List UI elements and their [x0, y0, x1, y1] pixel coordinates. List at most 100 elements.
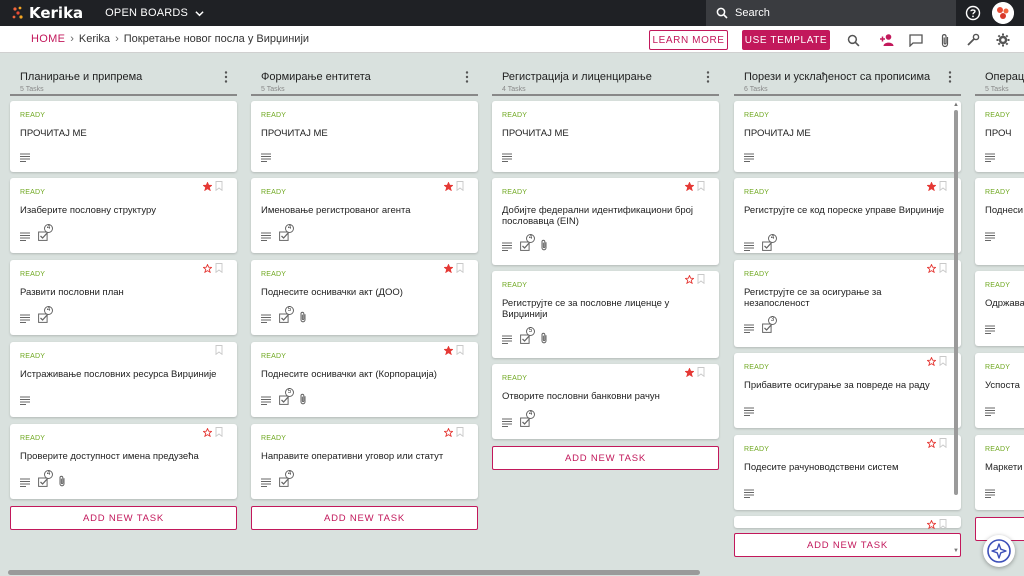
bookmark-icon[interactable]: [456, 181, 464, 191]
help-icon[interactable]: [965, 5, 981, 21]
star-icon[interactable]: [203, 181, 212, 191]
task-card[interactable]: READY Добијте федерални идентификациони б…: [492, 178, 719, 265]
bookmark-icon[interactable]: [215, 263, 223, 273]
star-icon[interactable]: [685, 181, 694, 191]
task-card[interactable]: READY Изаберите пословну структуру 4: [10, 178, 237, 253]
open-boards-menu[interactable]: OPEN BOARDS: [105, 7, 204, 19]
star-icon[interactable]: [444, 345, 453, 355]
bookmark-icon[interactable]: [939, 263, 947, 273]
star-icon[interactable]: [685, 367, 694, 377]
task-card[interactable]: READY ПРОЧИТАЈ МЕ: [251, 101, 478, 172]
scroll-down-arrow[interactable]: ▼: [953, 548, 959, 554]
bookmark-icon[interactable]: [456, 427, 464, 437]
column-header[interactable]: Регистрација и лиценцирање 4 Tasks: [492, 63, 719, 96]
column-header[interactable]: Порези и усклађеност са прописима 6 Tasks: [734, 63, 961, 96]
chat-button[interactable]: [908, 32, 924, 48]
add-new-task-button[interactable]: ADD NEW TASK: [251, 506, 478, 530]
task-card[interactable]: READY Региструјте се за пословне лиценце …: [492, 271, 719, 358]
bookmark-icon[interactable]: [215, 181, 223, 191]
settings-button[interactable]: [995, 32, 1011, 48]
vertical-scrollbar[interactable]: [954, 110, 958, 495]
column-task-count: 5 Tasks: [20, 86, 44, 93]
breadcrumb-account[interactable]: Kerika: [79, 33, 110, 45]
star-icon[interactable]: [203, 427, 212, 437]
bookmark-icon[interactable]: [697, 274, 705, 284]
card-icons: 5: [502, 327, 556, 349]
assistant-button[interactable]: [983, 535, 1015, 567]
column-header[interactable]: Операц 5 Tasks: [975, 63, 1024, 96]
horizontal-scrollbar[interactable]: [8, 570, 700, 575]
task-card[interactable]: READY Прибавите осигурање за повреде на р…: [734, 353, 961, 428]
star-icon[interactable]: [203, 263, 212, 273]
bookmark-icon[interactable]: [697, 367, 705, 377]
app-logo[interactable]: Kerika: [12, 4, 83, 22]
kebab-menu-icon[interactable]: [465, 71, 469, 83]
task-card[interactable]: READY Успоста: [975, 353, 1024, 428]
bookmark-icon[interactable]: [456, 263, 464, 273]
task-card[interactable]: READY ПРОЧИТАЈ МЕ: [10, 101, 237, 172]
task-card[interactable]: READY Поднесите оснивачки акт (ДОО) 5: [251, 260, 478, 335]
task-card[interactable]: [734, 516, 961, 529]
star-icon[interactable]: [927, 263, 936, 273]
star-icon[interactable]: [927, 519, 936, 529]
task-card[interactable]: READY Подесите рачуноводствени систем: [734, 435, 961, 510]
learn-more-button[interactable]: LEARN MORE: [649, 30, 728, 50]
status-label: READY: [502, 282, 528, 289]
task-card[interactable]: READY Развити пословни план 4: [10, 260, 237, 335]
global-search[interactable]: [706, 0, 956, 26]
kebab-menu-icon[interactable]: [706, 71, 710, 83]
bookmark-icon[interactable]: [456, 345, 464, 355]
board-search-button[interactable]: [845, 32, 861, 48]
bookmark-icon[interactable]: [215, 427, 223, 437]
star-icon[interactable]: [444, 181, 453, 191]
star-icon[interactable]: [927, 181, 936, 191]
task-card[interactable]: READY ПРОЧИТАЈ МЕ: [734, 101, 961, 172]
board-column: Формирање ентитета 5 Tasks READY ПРОЧИТАЈ М…: [251, 53, 478, 569]
bookmark-icon[interactable]: [939, 181, 947, 191]
star-icon[interactable]: [685, 274, 694, 284]
task-card[interactable]: READY Региструјте се за осигурање за неза…: [734, 260, 961, 347]
add-new-task-button[interactable]: ADD NEW TASK: [10, 506, 237, 530]
kebab-menu-icon[interactable]: [224, 71, 228, 83]
star-icon[interactable]: [927, 356, 936, 366]
column-header[interactable]: Планирање и припрема 5 Tasks: [10, 63, 237, 96]
star-icon[interactable]: [444, 427, 453, 437]
scroll-up-arrow[interactable]: ▲: [953, 102, 959, 108]
task-title: Проверите доступност имена предузећа: [20, 451, 199, 462]
add-new-task-button[interactable]: ADD NEW TASK: [492, 446, 719, 470]
task-card[interactable]: READY Маркети: [975, 435, 1024, 510]
search-input[interactable]: [735, 7, 935, 19]
star-icon[interactable]: [927, 438, 936, 448]
add-person-button[interactable]: [879, 32, 895, 48]
kebab-menu-icon[interactable]: [948, 71, 952, 83]
task-card[interactable]: READY Поднесите оснивачки акт (Корпорациј…: [251, 342, 478, 417]
task-card[interactable]: READY ПРОЧ: [975, 101, 1024, 172]
bookmark-icon[interactable]: [939, 356, 947, 366]
card-icons: 4: [261, 224, 299, 246]
tools-button[interactable]: [965, 32, 981, 48]
task-card[interactable]: READY Одржава: [975, 271, 1024, 346]
avatar[interactable]: [992, 2, 1014, 24]
add-new-task-button[interactable]: ADD NEW TASK: [734, 533, 961, 557]
breadcrumb-home[interactable]: HOME: [31, 33, 65, 45]
breadcrumb-board: Покретање новог посла у Вирџинији: [123, 33, 310, 45]
search-icon: [716, 7, 728, 19]
task-card[interactable]: READY Поднеси тргови: [975, 178, 1024, 265]
bookmark-icon[interactable]: [697, 181, 705, 191]
task-card[interactable]: READY Направите оперативни уговор или ста…: [251, 424, 478, 499]
bookmark-icon[interactable]: [939, 519, 947, 529]
use-template-button[interactable]: USE TEMPLATE: [742, 30, 830, 50]
task-card[interactable]: READY Именовање регистрованог агента 4: [251, 178, 478, 253]
task-card[interactable]: READY Истраживање пословних ресурса Вирџи…: [10, 342, 237, 417]
bookmark-icon[interactable]: [939, 438, 947, 448]
bookmark-icon[interactable]: [215, 345, 223, 355]
column-header[interactable]: Формирање ентитета 5 Tasks: [251, 63, 478, 96]
checklist-count: 3: [768, 316, 777, 325]
task-card[interactable]: READY Региструјте се код пореске управе В…: [734, 178, 961, 253]
status-label: READY: [20, 353, 46, 360]
task-card[interactable]: READY ПРОЧИТАЈ МЕ: [492, 101, 719, 172]
attachments-button[interactable]: [937, 32, 953, 48]
task-card[interactable]: READY Отворите пословни банковни рачун 4: [492, 364, 719, 439]
star-icon[interactable]: [444, 263, 453, 273]
task-card[interactable]: READY Проверите доступност имена предузећ…: [10, 424, 237, 499]
